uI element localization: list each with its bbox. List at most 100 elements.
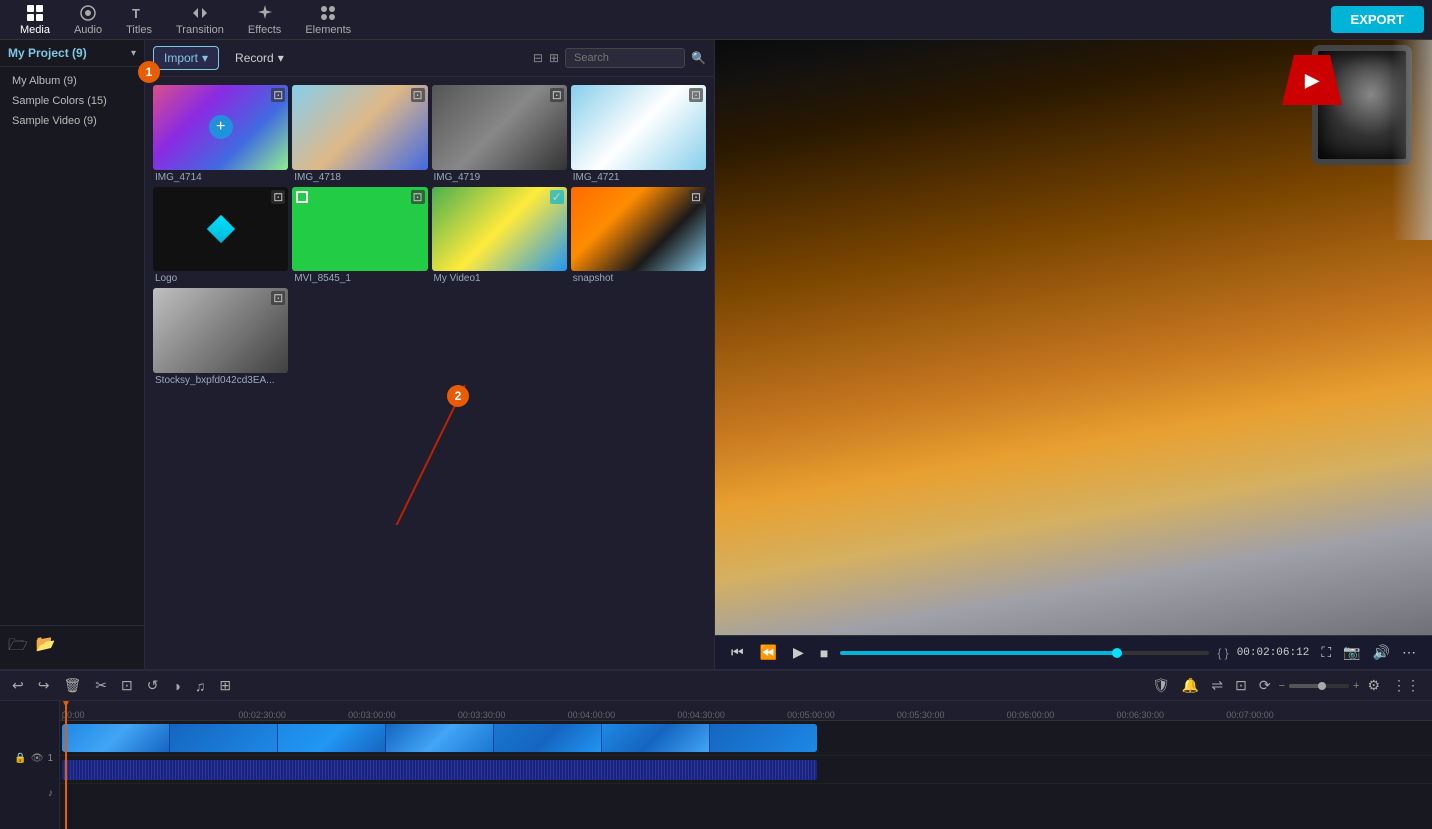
fullscreen-button[interactable]: ⛶ <box>1317 642 1335 663</box>
eye-icon[interactable]: 👁 <box>31 753 44 764</box>
add-icon[interactable]: + <box>209 115 233 139</box>
open-folder-icon[interactable]: 📂 <box>36 634 56 661</box>
timeline-toolbar: ↩ ↪ 🗑 ✂ ⊡ ↺ ◑ ♫ ⊞ 🛡 🔔 ⇌ ⊡ ⟳ − + ⚙ ⋮⋮ <box>0 671 1432 701</box>
expand-icon: ⊡ <box>411 190 425 204</box>
snap-button[interactable]: ⇌ <box>1207 675 1227 696</box>
expand-icon: ⊡ <box>271 190 285 204</box>
tab-audio[interactable]: Audio <box>62 0 114 40</box>
timeline-body: 🔒 👁 1 ♪ 00:00 00:02:30:00 00:03:00:00 00… <box>0 701 1432 829</box>
tab-transition[interactable]: Transition <box>164 0 236 40</box>
volume-button[interactable]: 🔊 <box>1369 642 1394 663</box>
search-icon[interactable]: 🔍 <box>691 51 706 65</box>
crop-button[interactable]: ⊡ <box>117 675 137 696</box>
timeline-tracks: 00:00 00:02:30:00 00:03:00:00 00:03:30:0… <box>60 701 1432 829</box>
more-button[interactable]: ⊞ <box>215 675 235 696</box>
search-input[interactable] <box>565 48 685 68</box>
record-button[interactable]: Record ▾ <box>227 47 292 69</box>
content-toolbar: Import ▾ Record ▾ ⊟ ⊞ 🔍 <box>145 40 714 77</box>
export-button[interactable]: EXPORT <box>1331 6 1424 33</box>
audio-track-row <box>60 756 1432 784</box>
list-item[interactable]: ⊡ Logo <box>153 187 288 285</box>
audio-track-label: ♪ <box>0 776 59 811</box>
tab-media[interactable]: Media <box>8 0 62 40</box>
media-label: Stocksy_bxpfd042cd3EA... <box>153 375 288 386</box>
media-label: Logo <box>153 273 288 284</box>
ruler-mark-6: 00:05:00:00 <box>787 710 835 720</box>
sidebar-item-videos[interactable]: Sample Video (9) <box>0 111 144 131</box>
content-panel: Import ▾ Record ▾ ⊟ ⊞ 🔍 + ⊡ IMG_4714 <box>145 40 715 669</box>
chevron-down-icon: ▾ <box>131 48 136 59</box>
lock-icon[interactable]: 🔒 <box>14 753 26 764</box>
settings-button[interactable]: ⋯ <box>1398 642 1420 663</box>
list-item[interactable]: ✓ My Video1 <box>432 187 567 285</box>
media-label: IMG_4714 <box>153 172 288 183</box>
list-item[interactable]: ⊡ snapshot <box>571 187 706 285</box>
track-number: 1 <box>47 753 53 764</box>
project-header[interactable]: My Project (9) ▾ <box>0 40 144 67</box>
list-item[interactable]: ⊡ MVI_8545_1 <box>292 187 427 285</box>
badge-1: 1 <box>138 61 160 83</box>
list-item[interactable]: ⊡ IMG_4719 <box>432 85 567 183</box>
rewind-button[interactable]: ⏮ <box>727 642 748 663</box>
timeline-area: ↩ ↪ 🗑 ✂ ⊡ ↺ ◑ ♫ ⊞ 🛡 🔔 ⇌ ⊡ ⟳ − + ⚙ ⋮⋮ <box>0 669 1432 829</box>
shield-button[interactable]: 🛡 <box>1148 675 1174 696</box>
step-back-button[interactable]: ⏪ <box>756 642 781 663</box>
timeline-settings-button[interactable]: ⚙ <box>1363 675 1384 696</box>
timeline-more-button[interactable]: ⋮⋮ <box>1388 675 1424 696</box>
expand-icon: ⊡ <box>689 88 703 102</box>
import-chevron-icon: ▾ <box>202 51 208 65</box>
left-panel: My Project (9) ▾ My Album (9) Sample Col… <box>0 40 145 669</box>
media-label: IMG_4718 <box>292 172 427 183</box>
expand-icon: ⊡ <box>411 88 425 102</box>
import-button[interactable]: Import ▾ <box>153 46 219 70</box>
badge-2: 2 <box>447 385 469 407</box>
stop-button[interactable]: ■ <box>816 643 832 663</box>
loop2-button[interactable]: ⟳ <box>1255 675 1275 696</box>
ruler-mark-1: 00:02:30:00 <box>238 710 286 720</box>
capture-button[interactable]: ⊡ <box>1231 675 1251 696</box>
filter-icon[interactable]: ⊟ <box>533 51 543 65</box>
list-item[interactable]: ⊡ IMG_4718 <box>292 85 427 183</box>
progress-bar[interactable] <box>840 651 1209 655</box>
tab-effects[interactable]: Effects <box>236 0 293 40</box>
snapshot-button[interactable]: 📷 <box>1339 642 1364 663</box>
color-button[interactable]: ◑ <box>168 676 184 696</box>
magnet-button[interactable]: 🔔 <box>1178 675 1203 696</box>
loop-button[interactable]: ↺ <box>143 675 163 696</box>
zoom-minus[interactable]: − <box>1279 680 1285 692</box>
svg-text:T: T <box>132 6 140 21</box>
expand-icon: ⊡ <box>271 291 285 305</box>
ruler-mark-7: 00:05:30:00 <box>897 710 945 720</box>
tab-elements[interactable]: Elements <box>293 0 363 40</box>
audio-edit-button[interactable]: ♫ <box>191 676 210 696</box>
cut-button[interactable]: ✂ <box>91 675 111 696</box>
delete-button[interactable]: 🗑 <box>59 675 85 696</box>
progress-fill <box>840 651 1117 655</box>
zoom-slider[interactable] <box>1289 684 1349 688</box>
list-item[interactable]: + ⊡ IMG_4714 <box>153 85 288 183</box>
sidebar-item-album[interactable]: My Album (9) <box>0 71 144 91</box>
ruler-mark-8: 00:06:00:00 <box>1007 710 1055 720</box>
sidebar-item-colors[interactable]: Sample Colors (15) <box>0 91 144 111</box>
list-item[interactable]: ⊡ Stocksy_bxpfd042cd3EA... <box>153 288 288 386</box>
redo-button[interactable]: ↪ <box>34 675 54 696</box>
audio-icon-tab <box>79 4 97 22</box>
play-button[interactable]: ▶ <box>789 642 808 663</box>
list-item[interactable]: ⊡ IMG_4721 <box>571 85 706 183</box>
ruler-mark-4: 00:04:00:00 <box>568 710 616 720</box>
video-track[interactable] <box>62 724 817 752</box>
grid-icon[interactable]: ⊞ <box>549 51 559 65</box>
panel-bottom: 🗁 📂 <box>0 625 144 669</box>
media-grid: + ⊡ IMG_4714 ⊡ IMG_4718 ⊡ IMG_4719 <box>145 77 714 669</box>
zoom-plus[interactable]: + <box>1353 680 1359 692</box>
media-icon <box>26 4 44 22</box>
new-folder-icon[interactable]: 🗁 <box>8 634 28 661</box>
project-title: My Project (9) <box>8 46 87 60</box>
undo-button[interactable]: ↩ <box>8 675 28 696</box>
audio-track[interactable] <box>62 760 817 780</box>
effects-icon <box>256 4 274 22</box>
preview-video: ▶ <box>715 40 1432 635</box>
top-toolbar: Media Audio T Titles Transition Effects … <box>0 0 1432 40</box>
tab-titles[interactable]: T Titles <box>114 0 164 40</box>
elements-icon <box>319 4 337 22</box>
